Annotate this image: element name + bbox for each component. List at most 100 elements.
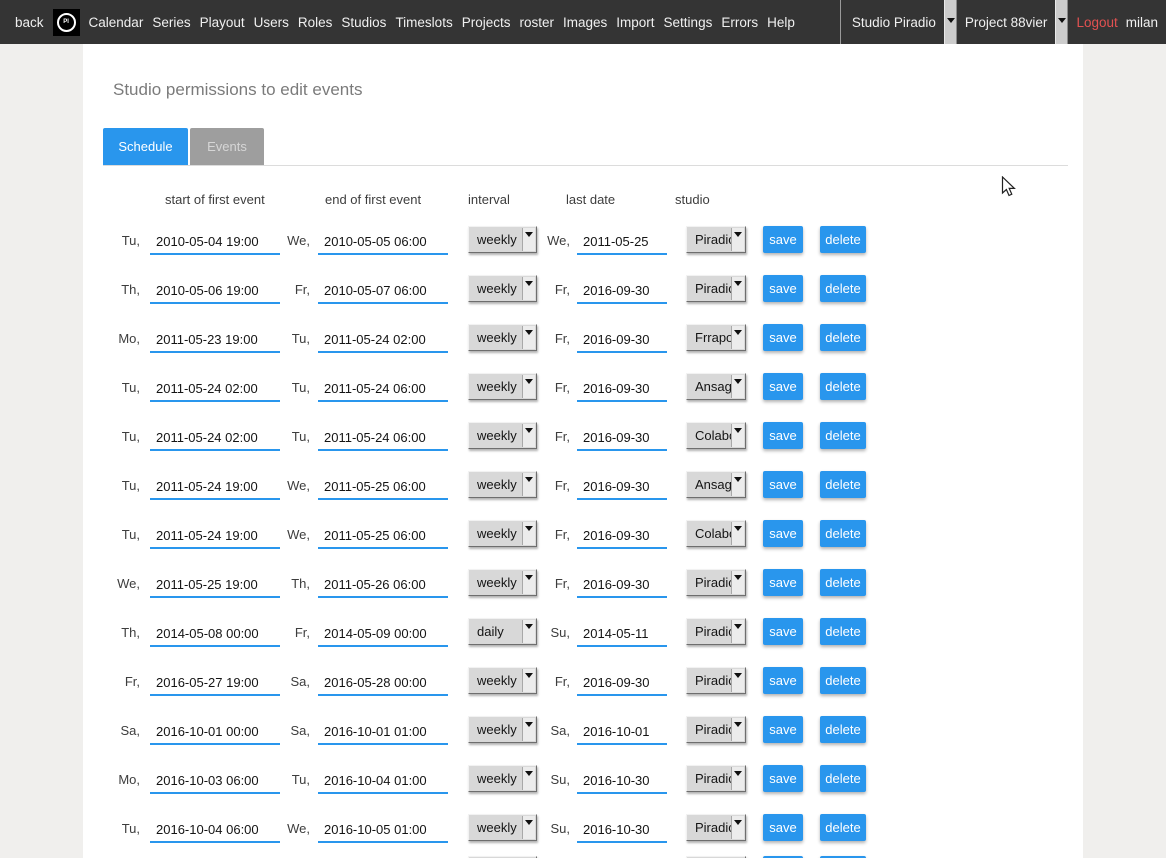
logo-icon[interactable]: PI: [53, 9, 80, 36]
last-date-input[interactable]: 2016-10-30: [577, 814, 667, 843]
delete-button[interactable]: delete: [820, 765, 866, 792]
last-date-input[interactable]: 2016-10-01: [577, 716, 667, 745]
studio-row-select[interactable]: Frrapo: [686, 324, 746, 351]
end-datetime-input[interactable]: 2011-05-26 06:00: [318, 569, 448, 598]
delete-button[interactable]: delete: [820, 226, 866, 253]
start-datetime-input[interactable]: 2016-05-27 19:00: [150, 667, 280, 696]
nav-settings[interactable]: Settings: [664, 15, 713, 30]
nav-users[interactable]: Users: [254, 15, 289, 30]
save-button[interactable]: save: [763, 667, 803, 694]
save-button[interactable]: save: [763, 569, 803, 596]
start-datetime-input[interactable]: 2010-05-06 19:00: [150, 275, 280, 304]
start-datetime-input[interactable]: 2011-05-23 19:00: [150, 324, 280, 353]
end-datetime-input[interactable]: 2010-05-05 06:00: [318, 226, 448, 255]
project-select-chevron-down-icon[interactable]: [1055, 0, 1068, 44]
save-button[interactable]: save: [763, 618, 803, 645]
end-datetime-input[interactable]: 2016-10-04 01:00: [318, 765, 448, 794]
last-date-input[interactable]: 2016-09-30: [577, 667, 667, 696]
start-datetime-input[interactable]: 2011-05-24 02:00: [150, 373, 280, 402]
start-datetime-input[interactable]: 2011-05-24 19:00: [150, 520, 280, 549]
end-datetime-input[interactable]: 2016-05-28 00:00: [318, 667, 448, 696]
last-date-input[interactable]: 2016-09-30: [577, 324, 667, 353]
nav-calendar[interactable]: Calendar: [89, 15, 144, 30]
nav-roles[interactable]: Roles: [298, 15, 333, 30]
save-button[interactable]: save: [763, 716, 803, 743]
delete-button[interactable]: delete: [820, 275, 866, 302]
last-date-input[interactable]: 2016-09-30: [577, 471, 667, 500]
end-datetime-input[interactable]: 2016-10-01 01:00: [318, 716, 448, 745]
delete-button[interactable]: delete: [820, 422, 866, 449]
save-button[interactable]: save: [763, 324, 803, 351]
end-datetime-input[interactable]: 2011-05-24 02:00: [318, 324, 448, 353]
studio-row-select[interactable]: Colabo: [686, 422, 746, 449]
studio-row-select[interactable]: Ansage: [686, 471, 746, 498]
nav-timeslots[interactable]: Timeslots: [395, 15, 452, 30]
studio-row-select[interactable]: Piradio: [686, 618, 746, 645]
save-button[interactable]: save: [763, 226, 803, 253]
save-button[interactable]: save: [763, 765, 803, 792]
save-button[interactable]: save: [763, 275, 803, 302]
last-date-input[interactable]: 2016-09-30: [577, 422, 667, 451]
delete-button[interactable]: delete: [820, 520, 866, 547]
end-datetime-input[interactable]: 2011-05-24 06:00: [318, 373, 448, 402]
tab-events[interactable]: Events: [190, 128, 264, 165]
last-date-input[interactable]: 2011-05-25: [577, 226, 667, 255]
last-date-input[interactable]: 2016-09-30: [577, 275, 667, 304]
studio-row-select[interactable]: Piradio: [686, 765, 746, 792]
last-date-input[interactable]: 2016-09-30: [577, 373, 667, 402]
end-datetime-input[interactable]: 2011-05-25 06:00: [318, 520, 448, 549]
save-button[interactable]: save: [763, 471, 803, 498]
delete-button[interactable]: delete: [820, 471, 866, 498]
save-button[interactable]: save: [763, 520, 803, 547]
studio-select[interactable]: Studio Piradio: [852, 15, 936, 30]
start-datetime-input[interactable]: 2011-05-24 19:00: [150, 471, 280, 500]
delete-button[interactable]: delete: [820, 618, 866, 645]
studio-row-select[interactable]: Piradio: [686, 569, 746, 596]
start-datetime-input[interactable]: 2016-10-04 06:00: [150, 814, 280, 843]
studio-row-select[interactable]: Piradio: [686, 667, 746, 694]
nav-studios[interactable]: Studios: [341, 15, 386, 30]
delete-button[interactable]: delete: [820, 373, 866, 400]
delete-button[interactable]: delete: [820, 569, 866, 596]
studio-select-chevron-down-icon[interactable]: [944, 0, 957, 44]
delete-button[interactable]: delete: [820, 324, 866, 351]
nav-roster[interactable]: roster: [519, 15, 554, 30]
end-datetime-input[interactable]: 2014-05-09 00:00: [318, 618, 448, 647]
save-button[interactable]: save: [763, 422, 803, 449]
delete-button[interactable]: delete: [820, 667, 866, 694]
studio-row-select[interactable]: Piradio: [686, 716, 746, 743]
last-date-input[interactable]: 2014-05-11: [577, 618, 667, 647]
studio-row-select[interactable]: Ansage: [686, 373, 746, 400]
save-button[interactable]: save: [763, 814, 803, 841]
last-date-input[interactable]: 2016-09-30: [577, 520, 667, 549]
last-date-input[interactable]: 2016-09-30: [577, 569, 667, 598]
last-date-input[interactable]: 2016-10-30: [577, 765, 667, 794]
studio-row-select[interactable]: Piradio: [686, 275, 746, 302]
end-datetime-input[interactable]: 2011-05-24 06:00: [318, 422, 448, 451]
project-select[interactable]: Project 88vier: [965, 15, 1048, 30]
save-button[interactable]: save: [763, 373, 803, 400]
nav-projects[interactable]: Projects: [462, 15, 511, 30]
nav-help[interactable]: Help: [767, 15, 795, 30]
nav-playout[interactable]: Playout: [200, 15, 245, 30]
nav-back[interactable]: back: [15, 15, 44, 30]
nav-import[interactable]: Import: [616, 15, 654, 30]
logout-link[interactable]: Logout: [1076, 15, 1117, 30]
end-datetime-input[interactable]: 2010-05-07 06:00: [318, 275, 448, 304]
start-datetime-input[interactable]: 2016-10-01 00:00: [150, 716, 280, 745]
delete-button[interactable]: delete: [820, 814, 866, 841]
start-datetime-input[interactable]: 2016-10-03 06:00: [150, 765, 280, 794]
nav-errors[interactable]: Errors: [721, 15, 758, 30]
end-datetime-input[interactable]: 2016-10-05 01:00: [318, 814, 448, 843]
tab-schedule[interactable]: Schedule: [103, 128, 188, 165]
studio-row-select[interactable]: Colabo: [686, 520, 746, 547]
nav-series[interactable]: Series: [152, 15, 190, 30]
start-datetime-input[interactable]: 2010-05-04 19:00: [150, 226, 280, 255]
end-datetime-input[interactable]: 2011-05-25 06:00: [318, 471, 448, 500]
delete-button[interactable]: delete: [820, 716, 866, 743]
start-datetime-input[interactable]: 2011-05-25 19:00: [150, 569, 280, 598]
start-datetime-input[interactable]: 2011-05-24 02:00: [150, 422, 280, 451]
nav-images[interactable]: Images: [563, 15, 607, 30]
start-datetime-input[interactable]: 2014-05-08 00:00: [150, 618, 280, 647]
studio-row-select[interactable]: Piradio: [686, 814, 746, 841]
